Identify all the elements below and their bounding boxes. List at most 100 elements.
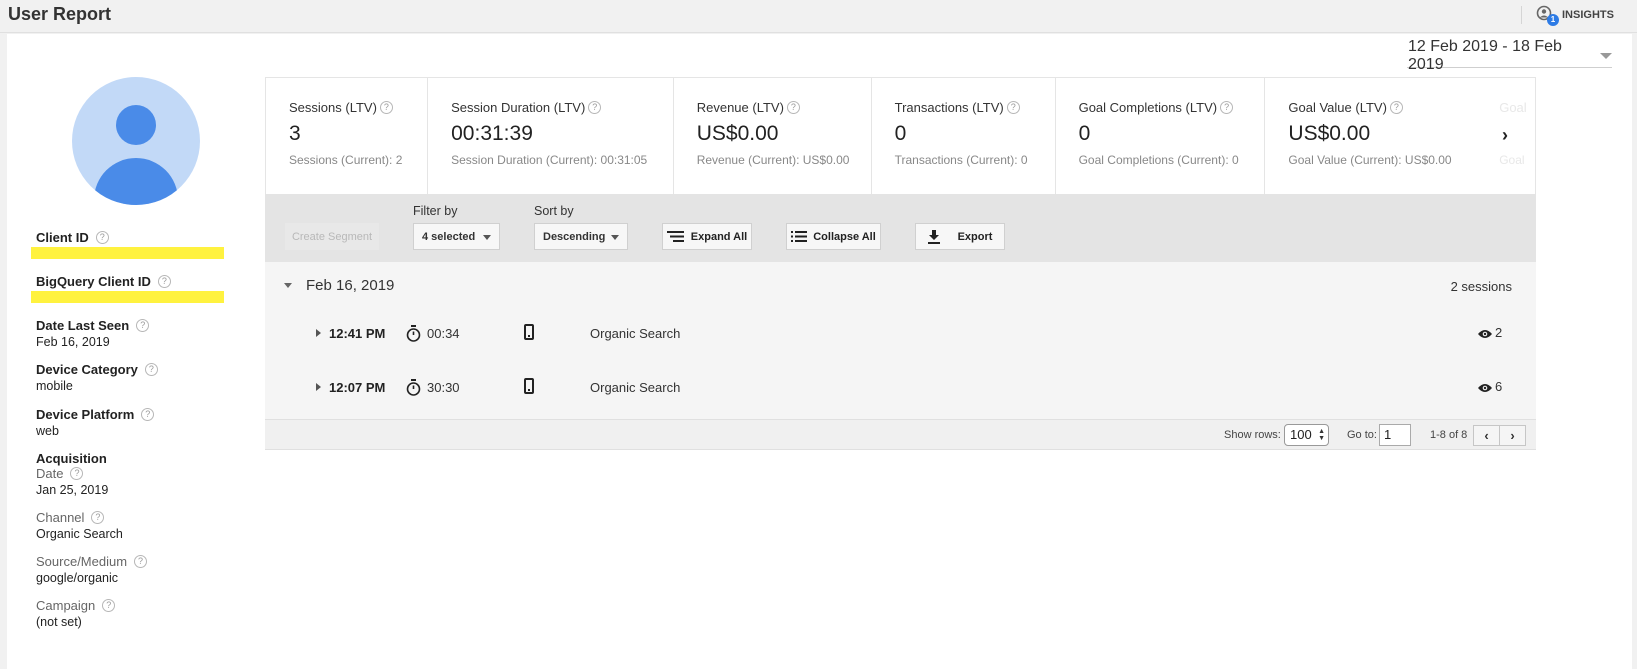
page-range: 1-8 of 8	[1430, 429, 1468, 441]
metric-value: US$0.00	[696, 122, 779, 145]
expand-list-icon	[666, 231, 684, 242]
help-icon[interactable]: ?	[141, 408, 155, 421]
mobile-device-icon	[524, 324, 534, 340]
help-icon[interactable]: ?	[1389, 101, 1403, 114]
client-id-label: Client ID	[36, 230, 89, 245]
help-icon[interactable]: ?	[1220, 101, 1234, 114]
source-medium-label: Source/Medium	[36, 554, 128, 569]
show-rows-select[interactable]: 100 ▲ ▼	[1284, 424, 1329, 446]
avatar	[72, 77, 200, 205]
eye-icon	[1478, 384, 1492, 392]
bigquery-client-id-item: BigQuery Client ID?	[31, 274, 236, 303]
date-last-seen-item: Date Last Seen? Feb 16, 2019	[36, 318, 236, 349]
help-icon[interactable]: ?	[1006, 101, 1020, 114]
show-rows-value: 100	[1290, 427, 1312, 442]
sort-by-value: Descending	[543, 230, 606, 243]
help-icon[interactable]: ?	[95, 231, 109, 244]
help-icon[interactable]: ?	[157, 275, 171, 288]
insights-label: INSIGHTS	[1562, 9, 1614, 21]
export-button[interactable]: Export	[915, 223, 1005, 250]
metric-sub: Session Duration (Current): 00:31:05	[451, 153, 648, 167]
session-toolbar: Create Segment Filter by 4 selected Sort…	[265, 194, 1536, 262]
acquisition-date-value: Jan 25, 2019	[36, 483, 109, 497]
prev-page-button[interactable]: ‹	[1473, 425, 1500, 446]
campaign-label: Campaign	[36, 598, 96, 613]
source-medium-value: google/organic	[36, 571, 119, 585]
user-report-panel: 12 Feb 2019 - 18 Feb 2019 Client ID? Big…	[7, 34, 1632, 669]
expand-all-label: Expand All	[690, 230, 748, 243]
help-icon[interactable]: ?	[134, 555, 148, 568]
metric-label: Goal	[1499, 100, 1527, 115]
help-icon[interactable]: ?	[136, 319, 150, 332]
filter-by-value: 4 selected	[422, 230, 476, 243]
expand-all-button[interactable]: Expand All	[662, 223, 752, 250]
metric-label: Session Duration (LTV)	[451, 100, 586, 115]
session-channel: Organic Search	[590, 380, 681, 395]
day-header[interactable]: Feb 16, 2019 2 sessions	[265, 262, 1536, 310]
collapse-all-label: Collapse All	[813, 230, 876, 243]
next-page-button[interactable]: ›	[1499, 425, 1526, 446]
chevron-down-icon	[611, 235, 619, 240]
collapse-all-button[interactable]: Collapse All	[786, 223, 881, 250]
client-id-item: Client ID?	[31, 230, 236, 259]
eye-icon	[1478, 330, 1492, 338]
acquisition-date-label: Date	[36, 466, 64, 481]
help-icon[interactable]: ?	[786, 101, 800, 114]
date-range-picker[interactable]: 12 Feb 2019 - 18 Feb 2019	[1407, 38, 1612, 73]
goto-page-input[interactable]: 1	[1379, 424, 1411, 446]
session-time: 12:07 PM	[329, 380, 386, 395]
metric-card: Goal Completions (LTV)? 0 Goal Completio…	[1056, 78, 1266, 194]
sort-by-select[interactable]: Descending	[534, 223, 628, 250]
avatar-body	[94, 158, 178, 205]
insights-button[interactable]: 1 INSIGHTS	[1536, 4, 1614, 26]
metric-value: 0	[894, 122, 907, 145]
acquisition-item: Acquisition Date? Jan 25, 2019	[36, 451, 236, 497]
chevron-right-icon[interactable]: ›	[1502, 125, 1508, 146]
session-row[interactable]: 12:41 PM 00:34 Organic Search 2	[265, 310, 1536, 360]
source-medium-item: Source/Medium? google/organic	[36, 554, 236, 585]
help-icon[interactable]: ?	[70, 467, 84, 480]
expand-caret-icon[interactable]	[316, 329, 321, 337]
redaction-highlight	[31, 247, 224, 259]
help-icon[interactable]: ?	[379, 101, 393, 114]
avatar-head	[116, 105, 156, 145]
session-duration: 00:34	[427, 326, 460, 341]
pagination-bar: Show rows: 100 ▲ ▼ Go to: 1 1-8 of 8 ‹ ›	[265, 419, 1536, 450]
filter-by-select[interactable]: 4 selected	[413, 223, 500, 250]
metric-sub: Revenue (Current): US$0.00	[696, 153, 850, 167]
metric-sub: Goal Completions (Current): 0	[1078, 153, 1239, 167]
metric-sub: Sessions (Current): 2	[289, 153, 403, 167]
help-icon[interactable]: ?	[588, 101, 602, 114]
help-icon[interactable]: ?	[91, 511, 105, 524]
create-segment-button[interactable]: Create Segment	[285, 223, 379, 250]
chevron-down-icon	[1600, 52, 1612, 59]
campaign-item: Campaign? (not set)	[36, 598, 236, 629]
channel-value: Organic Search	[36, 527, 123, 541]
bigquery-client-id-label: BigQuery Client ID	[36, 274, 151, 289]
help-icon[interactable]: ?	[144, 363, 158, 376]
day-date: Feb 16, 2019	[306, 277, 395, 294]
metric-sub: Goal	[1499, 153, 1525, 167]
page-title: User Report	[8, 4, 112, 24]
help-icon[interactable]: ?	[102, 599, 116, 612]
divider	[1521, 6, 1522, 24]
expand-caret-icon[interactable]	[316, 383, 321, 391]
sort-by-label: Sort by	[534, 204, 574, 218]
metric-label: Transactions (LTV)	[894, 100, 1004, 115]
filter-by-label: Filter by	[413, 204, 458, 218]
export-label: Export	[957, 230, 993, 243]
session-channel: Organic Search	[590, 326, 681, 341]
chevron-down-icon	[483, 235, 491, 240]
metric-card: Sessions (LTV)? 3 Sessions (Current): 2	[266, 78, 429, 194]
insights-badge: 1	[1547, 14, 1559, 26]
collapse-caret-icon[interactable]	[284, 283, 292, 288]
session-duration: 30:30	[427, 380, 460, 395]
mobile-device-icon	[524, 378, 534, 394]
session-pageviews: 6	[1495, 379, 1503, 394]
device-category-item: Device Category? mobile	[36, 362, 236, 393]
session-row[interactable]: 12:07 PM 30:30 Organic Search 6	[265, 364, 1536, 414]
day-group: Feb 16, 2019 2 sessions 12:41 PM 00:34 O…	[265, 262, 1536, 419]
metric-value: 3	[289, 122, 301, 145]
date-last-seen-value: Feb 16, 2019	[36, 335, 110, 349]
redaction-highlight	[31, 291, 224, 303]
